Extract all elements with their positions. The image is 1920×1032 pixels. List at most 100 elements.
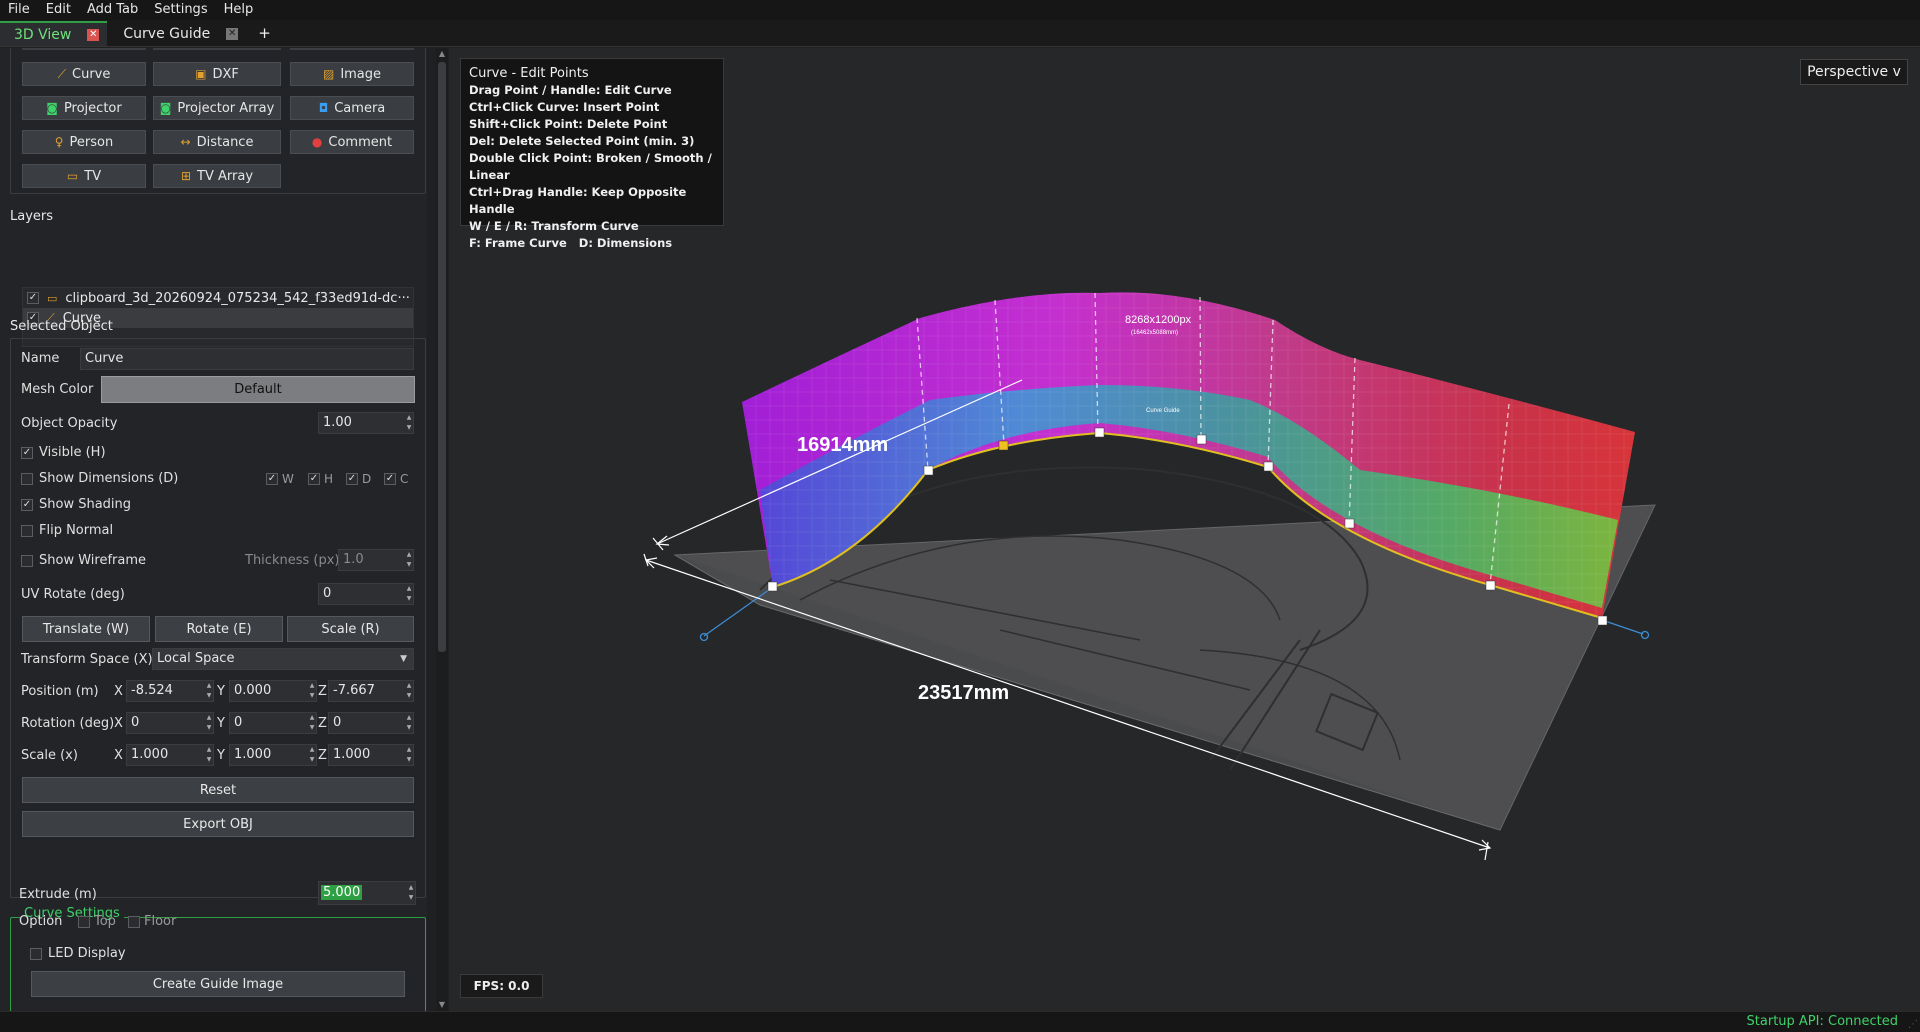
tab-3d-view[interactable]: 3D View ✕ <box>0 21 108 46</box>
show-dimensions-checkbox[interactable]: Show Dimensions (D) <box>21 471 178 486</box>
scroll-down-icon[interactable]: ▼ <box>436 999 448 1011</box>
spin-arrows-icon[interactable]: ▲ ▼ <box>205 713 213 733</box>
position-z-input[interactable]: -7.667 ▲ ▼ <box>328 680 414 702</box>
scale-button[interactable]: Scale (R) <box>287 616 414 642</box>
scale-y-input[interactable]: 1.000 ▲ ▼ <box>229 744 317 766</box>
control-point[interactable] <box>1485 580 1496 591</box>
tangent-handle-line[interactable] <box>703 586 774 637</box>
export-obj-button[interactable]: Export OBJ <box>22 811 414 837</box>
control-point[interactable] <box>1597 615 1608 626</box>
control-point[interactable] <box>1263 461 1274 472</box>
control-point[interactable] <box>1344 518 1355 529</box>
spin-arrows-icon[interactable]: ▲ ▼ <box>308 713 316 733</box>
tangent-handle[interactable] <box>699 632 709 642</box>
scroll-up-icon[interactable]: ▲ <box>436 48 448 60</box>
add-curve-button[interactable]: ⟋ Curve <box>22 62 146 86</box>
reset-button[interactable]: Reset <box>22 777 414 803</box>
control-point[interactable] <box>923 465 934 476</box>
position-x-input[interactable]: -8.524 ▲ ▼ <box>126 680 214 702</box>
uv-rotate-spinbox[interactable]: 0 ▲ ▼ <box>318 583 414 605</box>
create-guide-image-button[interactable]: Create Guide Image <box>31 971 405 997</box>
menu-add-tab[interactable]: Add Tab <box>79 0 146 20</box>
spin-arrows-icon[interactable]: ▲ ▼ <box>405 745 413 765</box>
control-point[interactable] <box>767 581 778 592</box>
dim-h-checkbox[interactable]: H <box>308 472 333 486</box>
tv-array-icon: ⊞ <box>180 169 192 183</box>
spin-arrows-icon[interactable]: ▲ ▼ <box>308 681 316 701</box>
add-projector-array-button[interactable]: ◙ Projector Array <box>153 96 281 120</box>
resize-grip-icon[interactable]: ⋰ <box>1908 1019 1918 1030</box>
rotation-x-input[interactable]: 0 ▲ ▼ <box>126 712 214 734</box>
thickness-spinbox[interactable]: 1.0 ▲ ▼ <box>338 549 414 571</box>
show-shading-checkbox[interactable]: Show Shading <box>21 497 131 512</box>
status-bar: Startup API: Connected ⋰ <box>0 1011 1920 1032</box>
selected-control-point[interactable] <box>998 440 1009 451</box>
add-tv-button[interactable]: ▭ TV <box>22 164 146 188</box>
scrollbar-thumb[interactable] <box>438 62 446 652</box>
extrude-value: 5.000 <box>321 885 363 900</box>
spin-arrows-icon[interactable]: ▲ ▼ <box>405 713 413 733</box>
add-comment-button[interactable]: ● Comment <box>290 130 414 154</box>
add-tab-button[interactable]: + <box>248 21 281 46</box>
scale-x-input[interactable]: 1.000 ▲ ▼ <box>126 744 214 766</box>
axis-y-label: Y <box>217 684 225 699</box>
layer-visibility-checkbox[interactable] <box>27 292 39 304</box>
tangent-handle[interactable] <box>1640 630 1650 640</box>
rotate-button[interactable]: Rotate (E) <box>155 616 283 642</box>
add-distance-button[interactable]: ↔ Distance <box>153 130 281 154</box>
scale-z-input[interactable]: 1.000 ▲ ▼ <box>328 744 414 766</box>
menu-edit[interactable]: Edit <box>38 0 79 20</box>
close-icon[interactable]: ✕ <box>87 28 100 41</box>
floor-checkbox[interactable]: Floor <box>128 914 176 929</box>
menu-settings[interactable]: Settings <box>146 0 215 20</box>
mesh-color-button[interactable]: Default <box>101 376 415 403</box>
rotation-z-input[interactable]: 0 ▲ ▼ <box>328 712 414 734</box>
control-point[interactable] <box>1196 434 1207 445</box>
spin-arrows-icon[interactable]: ▲ ▼ <box>405 413 413 433</box>
add-button-label: Person <box>69 134 114 150</box>
spin-arrows-icon[interactable]: ▲ ▼ <box>405 550 413 570</box>
spin-arrows-icon[interactable]: ▲ ▼ <box>407 883 415 903</box>
top-checkbox[interactable]: Top <box>78 914 116 929</box>
tangent-handle-line[interactable] <box>1601 619 1644 635</box>
dim-c-checkbox[interactable]: C <box>384 472 408 486</box>
flip-normal-checkbox[interactable]: Flip Normal <box>21 523 113 538</box>
help-line: Del: Delete Selected Point (min. 3) <box>469 134 695 148</box>
tab-curve-guide[interactable]: Curve Guide ✕ <box>109 21 246 46</box>
position-y-input[interactable]: 0.000 ▲ ▼ <box>229 680 317 702</box>
add-person-button[interactable]: ♀ Person <box>22 130 146 154</box>
left-panel-scrollbar[interactable]: ▲ ▼ <box>436 48 448 1011</box>
add-dxf-button[interactable]: ▣ DXF <box>153 62 281 86</box>
translate-button[interactable]: Translate (W) <box>22 616 150 642</box>
rotation-y-input[interactable]: 0 ▲ ▼ <box>229 712 317 734</box>
dim-w-checkbox[interactable]: W <box>266 472 294 486</box>
visible-checkbox[interactable]: Visible (H) <box>21 445 106 460</box>
layer-item[interactable]: ▭ clipboard_3d_20260924_075234_542_f33ed… <box>23 288 413 308</box>
spin-arrows-icon[interactable]: ▲ ▼ <box>405 584 413 604</box>
menu-help[interactable]: Help <box>216 0 262 20</box>
spin-arrows-icon[interactable]: ▲ ▼ <box>308 745 316 765</box>
transform-space-select[interactable]: Local Space ▼ <box>152 648 414 670</box>
opacity-spinbox[interactable]: 1.00 ▲ ▼ <box>318 412 414 434</box>
menu-file[interactable]: File <box>0 0 38 20</box>
add-camera-button[interactable]: ◘ Camera <box>290 96 414 120</box>
add-tv-array-button[interactable]: ⊞ TV Array <box>153 164 281 188</box>
spin-arrows-icon[interactable]: ▲ ▼ <box>405 681 413 701</box>
clipped-button <box>290 48 414 50</box>
add-projector-button[interactable]: ◙ Projector <box>22 96 146 120</box>
led-display-checkbox[interactable]: LED Display <box>30 946 126 961</box>
extrude-spinbox[interactable]: 5.000 ▲ ▼ <box>318 881 416 905</box>
add-image-button[interactable]: ▨ Image <box>290 62 414 86</box>
image-icon: ▨ <box>322 67 335 81</box>
axis-y-label: Y <box>217 748 225 763</box>
show-wireframe-checkbox[interactable]: Show Wireframe <box>21 553 146 568</box>
control-point[interactable] <box>1094 427 1105 438</box>
help-title: Curve - Edit Points <box>469 66 589 81</box>
close-icon[interactable]: ✕ <box>226 27 239 40</box>
perspective-dropdown[interactable]: Perspective v <box>1800 59 1908 85</box>
checkbox-icon <box>346 473 358 485</box>
name-input[interactable]: Curve <box>80 348 414 370</box>
dim-d-checkbox[interactable]: D <box>346 472 371 486</box>
spin-arrows-icon[interactable]: ▲ ▼ <box>205 681 213 701</box>
spin-arrows-icon[interactable]: ▲ ▼ <box>205 745 213 765</box>
